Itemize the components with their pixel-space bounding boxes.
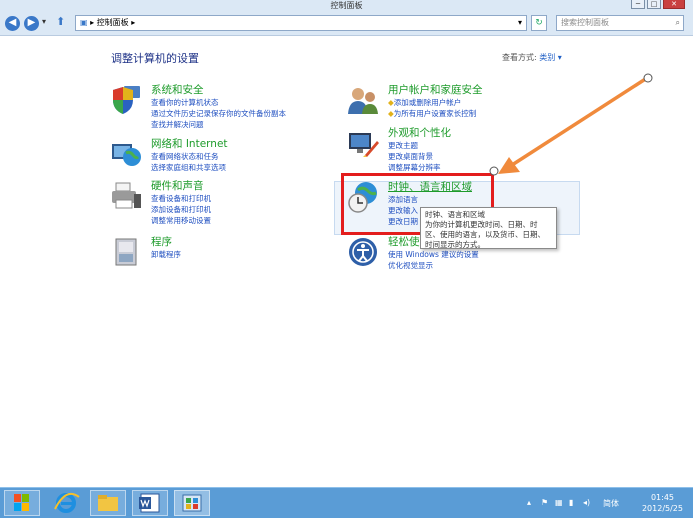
category-link[interactable]: 查看网络状态和任务	[151, 151, 228, 162]
window-title: 控制面板	[330, 1, 363, 10]
view-by: 查看方式: 类别 ▾	[502, 52, 562, 63]
volume-icon[interactable]: ◂)	[583, 498, 590, 507]
category-title[interactable]: 系统和安全	[151, 84, 286, 97]
category-link[interactable]: 查看你的计算机状态	[151, 97, 286, 108]
file-explorer-button[interactable]	[90, 490, 126, 516]
clock[interactable]: 01:45 2012/5/25	[642, 492, 683, 514]
clock-time: 01:45	[650, 493, 675, 502]
word-button[interactable]	[132, 490, 168, 516]
tooltip-line: 区、使用的语言，以及货币、日期、	[425, 230, 545, 239]
category-link[interactable]: 更改桌面背景	[388, 151, 451, 162]
recent-pages-chevron-icon[interactable]: ▾	[42, 17, 46, 26]
category-link[interactable]: 使用 Windows 建议的设置	[388, 249, 479, 260]
page-title: 调整计算机的设置	[111, 52, 199, 65]
category-link[interactable]: 选择家庭组和共享选项	[151, 162, 228, 173]
control-panel-small-icon: ▣	[80, 18, 88, 27]
category-link[interactable]: 查找并解决问题	[151, 119, 286, 130]
printer-icon	[112, 182, 141, 209]
globe-network-icon	[112, 144, 141, 166]
breadcrumb-text[interactable]: ▸ 控制面板 ▸	[90, 18, 135, 27]
category-title[interactable]: 网络和 Internet	[151, 138, 228, 151]
tooltip: 时钟、语言和区域 为你的计算机更改时间、日期、时 区、使用的语言，以及货币、日期…	[420, 207, 557, 249]
shield-icon	[113, 86, 140, 114]
category-title[interactable]: 外观和个性化	[388, 127, 451, 140]
minimize-button[interactable]: ─	[631, 0, 645, 9]
start-button[interactable]	[4, 490, 40, 516]
category-link[interactable]: 卸载程序	[151, 249, 181, 260]
category-title[interactable]: 用户帐户和家庭安全	[388, 84, 483, 97]
ie-logo-icon	[54, 493, 80, 513]
category-title[interactable]: 程序	[151, 236, 181, 249]
input-language[interactable]: 简体	[603, 498, 619, 509]
window-controls: ─ □ ✕	[631, 0, 685, 9]
control-panel-icon	[182, 494, 202, 512]
control-panel-task-button[interactable]	[174, 490, 210, 516]
view-by-dropdown[interactable]: 类别 ▾	[539, 53, 562, 62]
action-center-flag-icon[interactable]: ⚑	[541, 498, 548, 507]
word-icon	[139, 493, 160, 513]
close-button[interactable]: ✕	[663, 0, 685, 9]
forward-button[interactable]: ▶	[24, 16, 39, 31]
show-hidden-icons-icon[interactable]: ▴	[527, 498, 531, 507]
system-tray: ▴ ⚑ ▦ ▮ ◂) 简体 01:45 2012/5/25	[523, 488, 693, 518]
category-link[interactable]: 查看设备和打印机	[151, 193, 211, 204]
search-placeholder: 搜索控制面板	[561, 18, 609, 27]
search-input[interactable]: 搜索控制面板 ⌕	[556, 15, 684, 31]
battery-icon[interactable]: ▮	[569, 498, 573, 507]
internet-explorer-button[interactable]	[48, 490, 84, 516]
title-bar: 控制面板 ─ □ ✕	[0, 0, 693, 11]
search-icon[interactable]: ⌕	[676, 16, 680, 30]
breadcrumb[interactable]: ▣ ▸ 控制面板 ▸ ▾	[75, 15, 527, 31]
category-link[interactable]: 更改主题	[388, 140, 451, 151]
category-link[interactable]: 添加设备和打印机	[151, 204, 211, 215]
category-link[interactable]: ◆为所有用户设置家长控制	[388, 108, 483, 119]
folder-icon	[98, 495, 118, 511]
category-link[interactable]: 通过文件历史记录保存你的文件备份副本	[151, 108, 286, 119]
category-link[interactable]: 调整屏幕分辨率	[388, 162, 451, 173]
taskbar: ▴ ⚑ ▦ ▮ ◂) 简体 01:45 2012/5/25	[0, 487, 693, 518]
address-toolbar: ◀ ▶ ▾ ⬆ ▣ ▸ 控制面板 ▸ ▾ ↻ 搜索控制面板 ⌕	[0, 11, 693, 36]
programs-icon	[115, 238, 137, 266]
users-icon	[348, 88, 378, 114]
view-by-label: 查看方式:	[502, 53, 537, 62]
windows-logo-icon	[14, 494, 29, 511]
back-button[interactable]: ◀	[5, 16, 20, 31]
clock-date: 2012/5/25	[641, 504, 683, 513]
refresh-button[interactable]: ↻	[531, 15, 547, 31]
tooltip-line: 时钟、语言和区域	[425, 210, 485, 219]
ease-access-icon	[349, 238, 377, 266]
category-link[interactable]: 优化视觉显示	[388, 260, 479, 271]
address-dropdown-icon[interactable]: ▾	[518, 16, 522, 30]
category-link[interactable]: ◆添加或删除用户帐户	[388, 97, 483, 108]
category-title[interactable]: 硬件和声音	[151, 180, 211, 193]
network-icon[interactable]: ▦	[555, 498, 563, 507]
up-arrow-icon[interactable]: ⬆	[56, 15, 65, 28]
tooltip-line: 为你的计算机更改时间、日期、时	[425, 220, 538, 229]
maximize-button[interactable]: □	[647, 0, 661, 9]
tooltip-line: 时间显示的方式。	[425, 240, 485, 249]
category-link[interactable]: 调整常用移动设置	[151, 215, 211, 226]
appearance-icon	[349, 133, 379, 157]
